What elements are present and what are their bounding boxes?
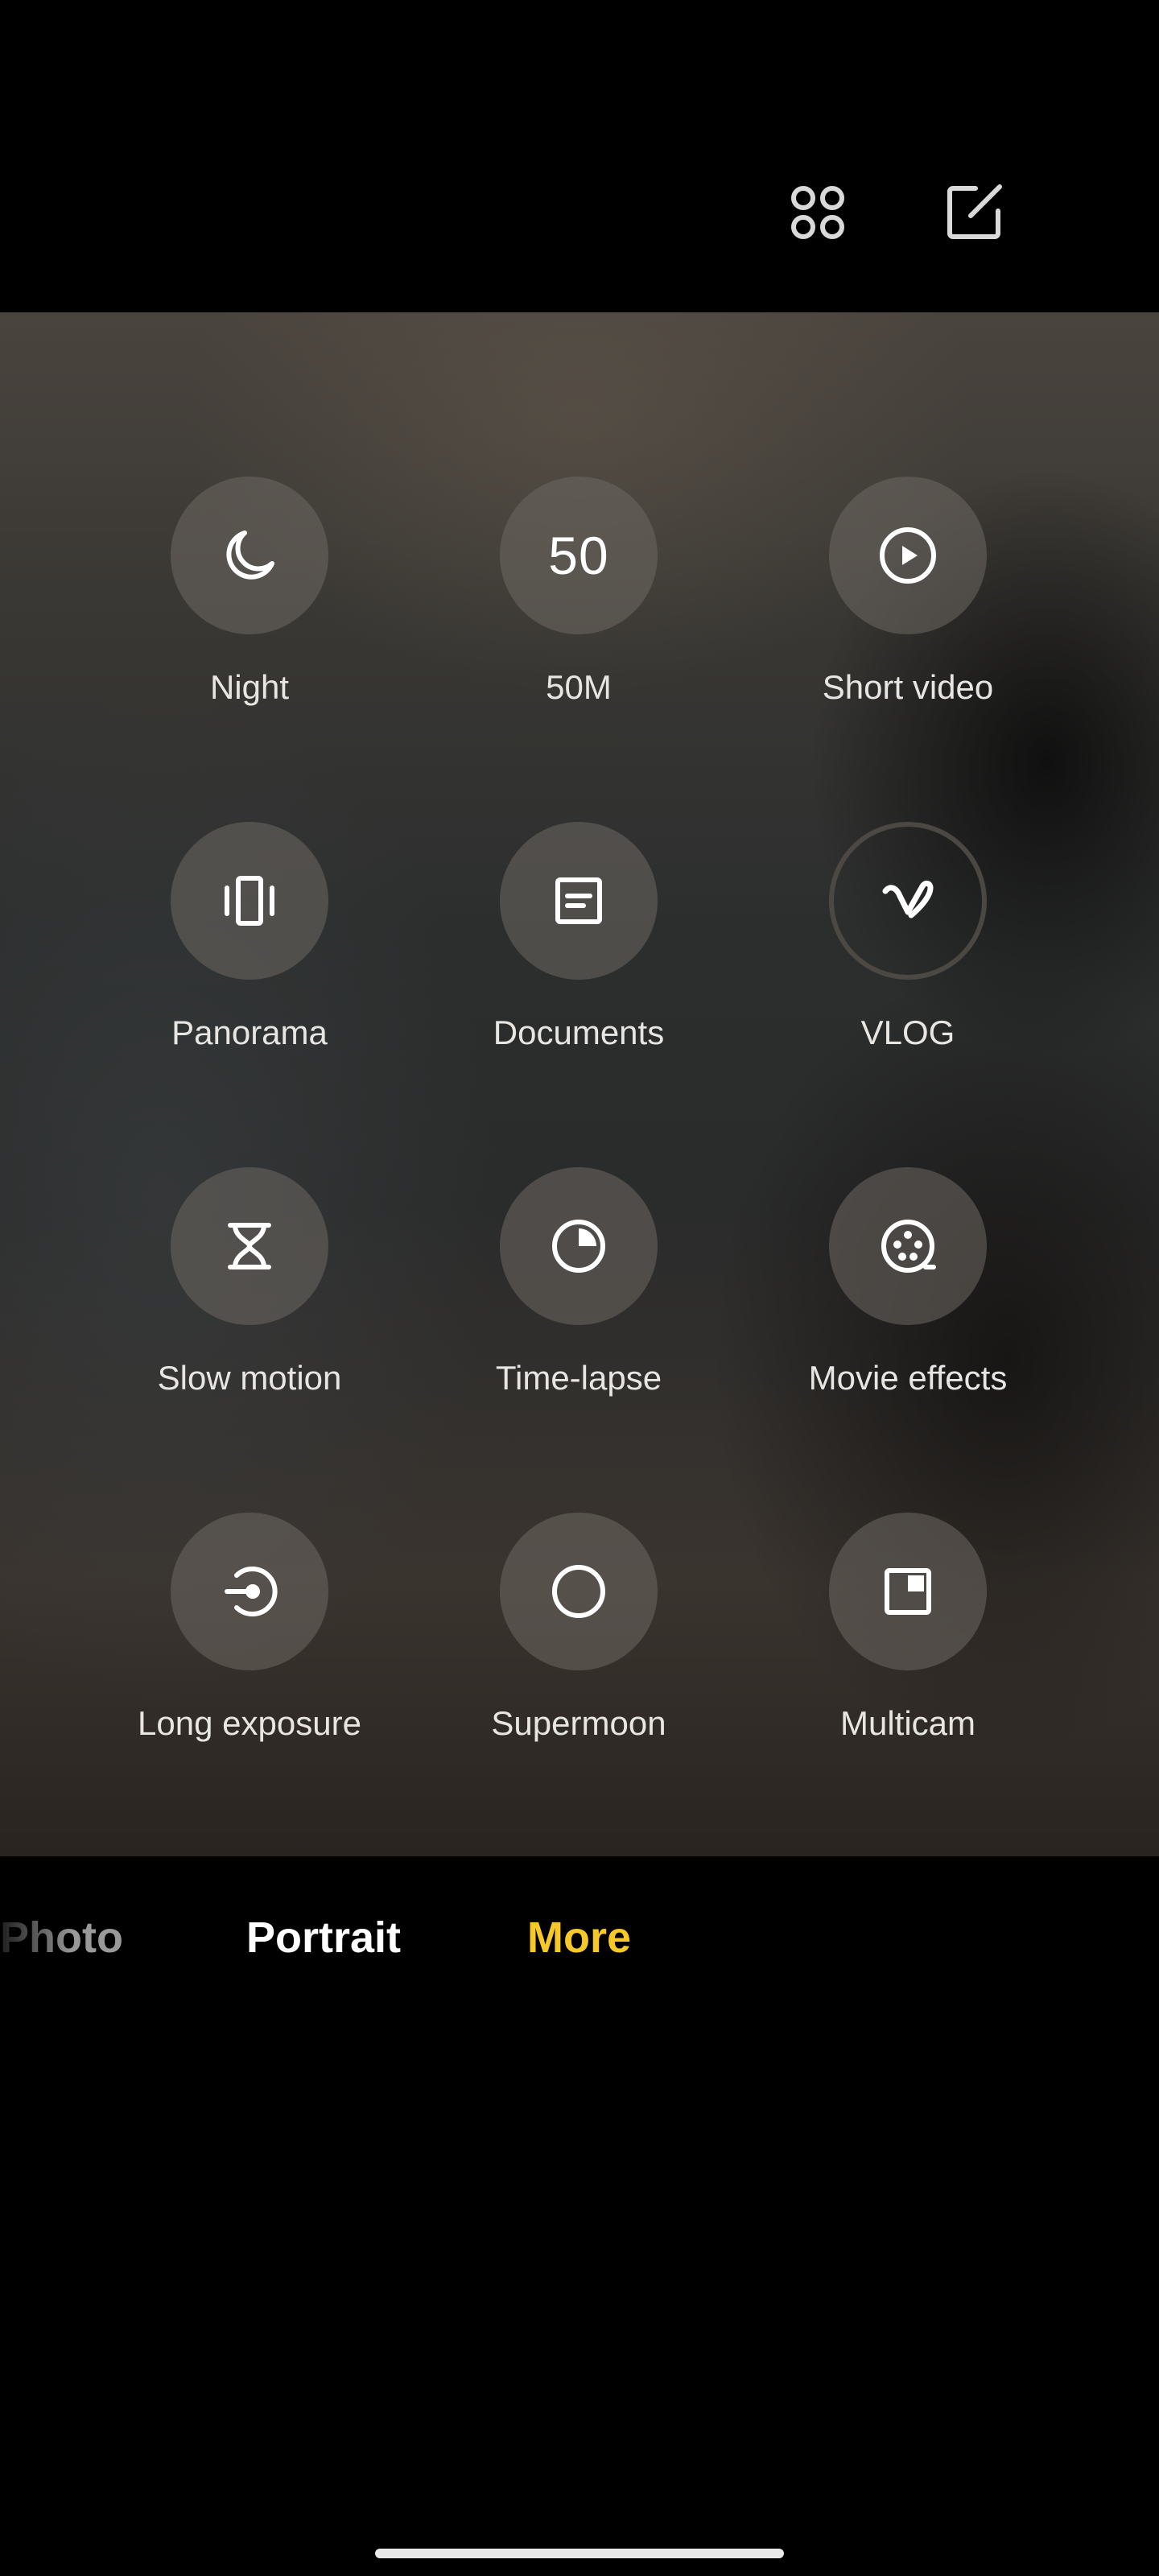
multicam-icon xyxy=(885,1568,931,1615)
mode-label: Long exposure xyxy=(138,1704,361,1742)
circle-icon xyxy=(552,1565,605,1618)
mode-long-exposure[interactable]: Long exposure xyxy=(105,1513,394,1778)
mode-icon-circle xyxy=(829,1167,987,1325)
tab-portrait[interactable]: Portrait xyxy=(246,1913,401,1963)
mode-label: Short video xyxy=(822,668,994,706)
mode-label: Time-lapse xyxy=(495,1359,662,1397)
viewfinder-preview: Night 50 50M Short video Panorama Docume… xyxy=(0,312,1159,1856)
long-exposure-icon xyxy=(225,1567,278,1616)
mode-grid: Night 50 50M Short video Panorama Docume… xyxy=(0,312,1159,1856)
mode-label: VLOG xyxy=(860,1013,955,1051)
vlog-icon xyxy=(882,880,934,919)
edit-icon[interactable] xyxy=(934,172,1014,253)
timelapse-icon xyxy=(552,1220,605,1273)
camera-screen: Night 50 50M Short video Panorama Docume… xyxy=(0,0,1159,2576)
mode-supermoon[interactable]: Supermoon xyxy=(434,1513,724,1778)
mode-label: Slow motion xyxy=(157,1359,342,1397)
mode-panorama[interactable]: Panorama xyxy=(105,822,394,1088)
mode-multicam[interactable]: Multicam xyxy=(763,1513,1053,1778)
mode-label: Documents xyxy=(493,1013,665,1051)
mode-slow-motion[interactable]: Slow motion xyxy=(105,1167,394,1433)
mode-icon-circle xyxy=(829,1513,987,1670)
tab-more[interactable]: More xyxy=(527,1913,631,1963)
film-reel-icon xyxy=(881,1220,936,1273)
mode-label: Multicam xyxy=(839,1704,976,1742)
mode-tabs: Photo Portrait More xyxy=(0,1856,1159,2033)
mode-icon-circle xyxy=(171,1513,328,1670)
play-circle-icon xyxy=(880,527,936,584)
fifty-icon: 50 xyxy=(548,526,609,585)
moon-icon xyxy=(226,530,274,580)
mode-label: Supermoon xyxy=(491,1704,666,1742)
mode-icon-circle: 50 xyxy=(500,477,658,634)
home-indicator[interactable] xyxy=(375,2549,784,2558)
mode-time-lapse[interactable]: Time-lapse xyxy=(434,1167,724,1433)
top-bar xyxy=(0,0,1159,312)
mode-vlog[interactable]: VLOG xyxy=(763,822,1053,1088)
mode-icon-circle xyxy=(171,1167,328,1325)
grid-apps-icon[interactable] xyxy=(777,172,858,253)
mode-label: 50M xyxy=(546,668,612,706)
tab-photo[interactable]: Photo xyxy=(0,1913,123,1963)
mode-icon-circle xyxy=(171,477,328,634)
mode-icon-circle xyxy=(829,822,987,980)
mode-icon-circle xyxy=(500,1513,658,1670)
mode-icon-circle xyxy=(500,1167,658,1325)
mode-label: Panorama xyxy=(171,1013,328,1051)
mode-night[interactable]: Night xyxy=(105,477,394,742)
mode-movie-effects[interactable]: Movie effects xyxy=(763,1167,1053,1433)
mode-icon-circle xyxy=(500,822,658,980)
mode-icon-circle xyxy=(829,477,987,634)
mode-label: Night xyxy=(209,668,290,706)
mode-short-video[interactable]: Short video xyxy=(763,477,1053,742)
mode-documents[interactable]: Documents xyxy=(434,822,724,1088)
mode-icon-circle xyxy=(171,822,328,980)
document-icon xyxy=(555,877,602,924)
panorama-icon xyxy=(225,876,274,926)
mode-label: Movie effects xyxy=(808,1359,1008,1397)
mode-50m[interactable]: 50 50M xyxy=(434,477,724,742)
hourglass-icon xyxy=(228,1223,271,1269)
